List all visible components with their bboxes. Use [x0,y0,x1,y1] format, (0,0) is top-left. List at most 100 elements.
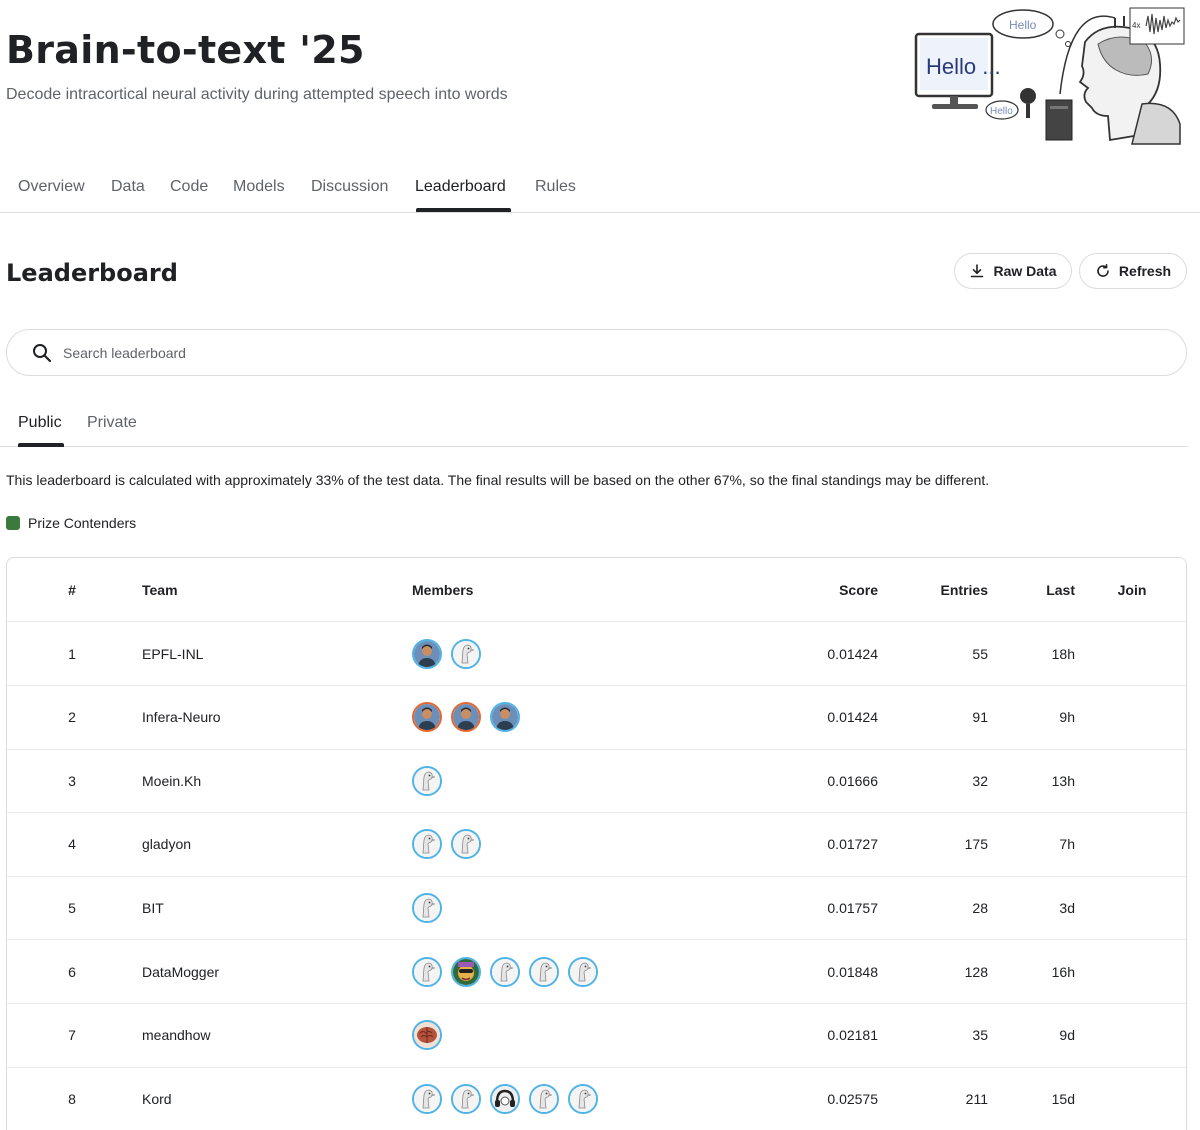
entries-cell: 28 [972,899,988,916]
rank-cell: 2 [68,709,76,726]
entries-cell: 211 [965,1090,988,1107]
table-row[interactable]: 5 BIT 0.01757 28 3d [7,876,1186,941]
last-submission-cell: 16h [1051,963,1075,980]
member-avatar[interactable] [412,1020,442,1051]
last-submission-cell: 3d [1059,899,1075,916]
prize-legend: Prize Contenders [6,515,136,531]
join-cell [1102,940,1162,1003]
last-submission-cell: 9h [1059,709,1075,726]
tab-leaderboard[interactable]: Leaderboard [415,178,506,196]
column-score[interactable]: Score [727,558,878,621]
tab-public[interactable]: Public [18,414,62,432]
member-avatar[interactable] [451,1083,481,1114]
table-row[interactable]: 8 Kord 0.02575 211 15d [7,1067,1186,1130]
refresh-button[interactable]: Refresh [1079,253,1187,289]
photo-brain-avatar-icon [414,1022,440,1049]
table-row[interactable]: 2 Infera-Neuro 0.01424 91 9h [7,686,1186,750]
member-avatar[interactable] [451,638,481,669]
member-avatar[interactable] [412,892,442,923]
team-name[interactable]: BIT [142,876,392,939]
team-name[interactable]: EPFL-INL [142,622,392,685]
member-avatar[interactable] [490,1083,520,1114]
member-avatar[interactable] [412,702,442,733]
rank-cell: 6 [68,963,76,980]
leaderboard-search[interactable] [6,329,1187,376]
tab-discussion[interactable]: Discussion [311,178,388,196]
table-header: # Team Members Score Entries Last Join [7,558,1186,622]
column-team[interactable]: Team [142,558,392,621]
tab-overview[interactable]: Overview [18,178,85,196]
default-bird-avatar-icon [570,958,596,985]
photo-person-avatar-icon [414,704,440,731]
table-row[interactable]: 6 DataMogger 0.01848 128 16h [7,940,1186,1004]
member-avatar[interactable] [529,956,559,987]
table-row[interactable]: 7 meandhow 0.02181 35 9d [7,1004,1186,1068]
entries-cell: 128 [964,963,988,980]
prize-legend-label: Prize Contenders [28,515,137,531]
column-rank[interactable]: # [7,558,137,621]
team-name[interactable]: gladyon [142,813,392,876]
member-avatar[interactable] [412,765,442,796]
table-row[interactable]: 3 Moein.Kh 0.01666 32 13h [7,749,1186,814]
tab-models[interactable]: Models [233,178,285,196]
members-cell [412,749,712,812]
member-avatar[interactable] [451,702,481,733]
join-cell [1102,749,1162,812]
photo-person-avatar-icon [492,704,518,731]
member-avatar[interactable] [412,829,442,860]
last-submission-cell: 15d [1051,1090,1075,1107]
tab-rules[interactable]: Rules [535,178,576,196]
member-avatar[interactable] [568,1083,598,1114]
rank-cell: 5 [68,899,76,916]
column-entries[interactable]: Entries [907,558,988,621]
photo-cartoon-avatar-icon [453,958,479,985]
hero-scale-text: 4x [1132,21,1140,30]
default-bird-avatar-icon [414,831,440,858]
member-avatar[interactable] [412,638,442,669]
search-input[interactable] [63,344,963,361]
join-cell [1102,686,1162,749]
member-avatar[interactable] [490,956,520,987]
refresh-icon [1097,264,1109,277]
member-avatar[interactable] [412,1083,442,1114]
member-avatar[interactable] [451,956,481,987]
hero-bubble-text: Hello [1009,18,1037,32]
last-submission-cell: 18h [1051,645,1075,662]
member-avatar[interactable] [529,1083,559,1114]
competition-subtitle: Decode intracortical neural activity dur… [6,86,508,103]
raw-data-button[interactable]: Raw Data [954,253,1072,289]
join-cell [1102,876,1162,939]
column-last[interactable]: Last [1007,558,1075,621]
prize-contender-swatch [6,516,20,530]
last-submission-cell: 9d [1059,1027,1075,1044]
competition-title: Brain-to-text '25 [6,28,365,72]
member-avatar[interactable] [568,956,598,987]
member-avatar[interactable] [451,829,481,860]
tab-code[interactable]: Code [170,178,208,196]
team-name[interactable]: Kord [142,1067,392,1130]
default-bird-avatar-icon [531,1085,557,1112]
members-cell [412,813,712,876]
column-join: Join [1117,581,1147,598]
team-name[interactable]: Infera-Neuro [142,686,392,749]
photo-person-avatar-icon [414,640,440,667]
score-cell: 0.02575 [827,1090,878,1107]
column-members: Members [412,581,474,598]
team-name[interactable]: Moein.Kh [142,749,392,812]
member-avatar[interactable] [490,702,520,733]
default-bird-avatar-icon [453,640,479,667]
team-name[interactable]: meandhow [142,1004,392,1067]
tab-data[interactable]: Data [111,178,145,196]
default-bird-avatar-icon [414,1085,440,1112]
members-cell [412,622,712,685]
team-name[interactable]: DataMogger [142,940,392,1003]
leaderboard-subtabs: Public Private [0,404,1188,447]
tab-private[interactable]: Private [87,414,137,432]
hero-monitor-text: Hello ... [926,54,1001,79]
leaderboard-title: Leaderboard [6,259,178,287]
score-cell: 0.01424 [827,709,878,726]
table-row[interactable]: 1 EPFL-INL 0.01424 55 18h [7,622,1186,686]
table-row[interactable]: 4 gladyon 0.01727 175 7h [7,813,1186,877]
member-avatar[interactable] [412,956,442,987]
entries-cell: 91 [972,709,988,726]
